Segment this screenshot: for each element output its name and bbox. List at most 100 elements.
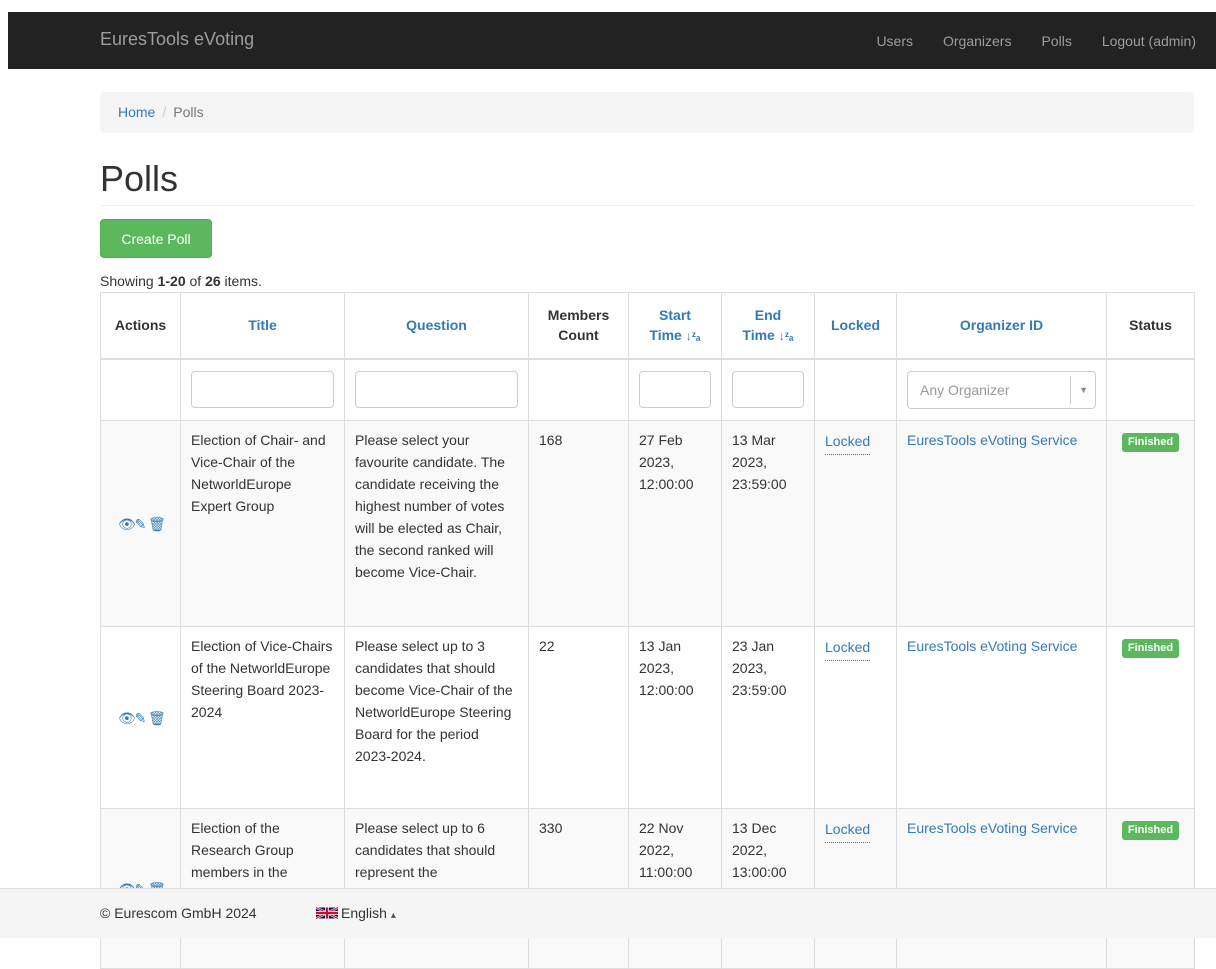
cell-start-time: 27 Feb 2023, 12:00:00 (628, 420, 722, 627)
summary-middle: of (185, 273, 206, 289)
pencil-icon[interactable]: ✎ (133, 513, 148, 535)
summary-range: 1-20 (157, 273, 186, 289)
cell-start-time: 13 Jan 2023, 12:00:00 (628, 626, 722, 809)
status-badge: Finished (1121, 639, 1180, 658)
start-header-line2: Time (649, 326, 682, 343)
locked-toggle[interactable]: Locked (825, 820, 871, 843)
filter-start-cell (628, 358, 722, 421)
col-end-time: End Time ↓ᶻₐ (721, 292, 815, 360)
sort-desc-icon: ↓ᶻₐ (685, 328, 701, 343)
col-members-count: Members Count (528, 292, 629, 360)
summary-suffix: items. (220, 273, 262, 289)
cell-question: Please select up to 3 candidates that sh… (344, 626, 529, 809)
start-header-line1: Start (659, 306, 691, 323)
pencil-icon[interactable]: ✎ (133, 707, 148, 729)
breadcrumb-separator: / (162, 104, 167, 120)
footer: © Eurescom GmbH 2024 English ▴ (0, 888, 1216, 938)
title-divider (100, 205, 1194, 206)
trash-icon[interactable]: 🗑 (148, 513, 166, 535)
nav-users[interactable]: Users (861, 33, 928, 49)
language-selector[interactable]: English ▴ (316, 905, 396, 921)
cell-status: Finished (1106, 626, 1195, 809)
sort-question-link[interactable]: Question (406, 317, 467, 333)
cell-organizer: EuresTools eVoting Service (896, 420, 1107, 627)
cell-members: 22 (528, 626, 629, 809)
members-header-line1: Members (547, 307, 610, 324)
cell-members: 168 (528, 420, 629, 627)
filter-status-empty (1106, 358, 1195, 421)
end-header-line2: Time (742, 326, 775, 343)
col-title: Title (180, 292, 345, 360)
polls-table: Actions Title Question Members Count Star… (100, 292, 1195, 969)
cell-organizer: EuresTools eVoting Service (896, 626, 1107, 809)
breadcrumb-current: Polls (173, 104, 204, 120)
table-row: 👁✎ 🗑 Election of Chair- and Vice-Chair of… (100, 420, 1195, 627)
locked-toggle[interactable]: Locked (825, 638, 871, 661)
filter-start-time-input[interactable] (639, 371, 711, 409)
caret-down-icon: ▼ (1079, 384, 1088, 395)
filter-title-input[interactable] (191, 371, 334, 409)
cell-locked: Locked (814, 420, 897, 627)
organizer-select[interactable]: Any Organizer ▼ (907, 370, 1096, 409)
brand-link[interactable]: EuresTools eVoting (100, 29, 254, 50)
sort-locked-link[interactable]: Locked (831, 317, 880, 333)
trash-icon[interactable]: 🗑 (148, 707, 166, 729)
filter-organizer-cell: Any Organizer ▼ (896, 358, 1107, 421)
language-label: English (341, 905, 387, 921)
sort-title-link[interactable]: Title (248, 317, 277, 333)
cell-title: Election of Vice-Chairs of the NetworldE… (180, 626, 345, 809)
row-actions: 👁✎🗑 (100, 626, 181, 809)
col-locked: Locked (814, 292, 897, 360)
page-title: Polls (100, 158, 179, 199)
organizer-link[interactable]: EuresTools eVoting Service (907, 820, 1077, 836)
members-header-line2: Count (558, 327, 599, 344)
organizer-link[interactable]: EuresTools eVoting Service (907, 638, 1077, 654)
top-navbar: EuresTools eVoting Users Organizers Poll… (8, 12, 1216, 69)
sort-organizer-link[interactable]: Organizer ID (960, 317, 1043, 333)
nav-links: Users Organizers Polls Logout (admin) (861, 12, 1208, 69)
caret-up-icon: ▴ (390, 910, 396, 921)
filter-title-cell (180, 358, 345, 421)
nav-organizers[interactable]: Organizers (928, 33, 1026, 49)
nav-logout[interactable]: Logout (admin) (1087, 33, 1208, 49)
cell-locked: Locked (814, 626, 897, 809)
nav-polls[interactable]: Polls (1026, 33, 1086, 49)
status-badge: Finished (1121, 433, 1180, 452)
filter-row: Any Organizer ▼ (100, 358, 1195, 421)
eye-icon[interactable]: 👁 (118, 707, 136, 729)
filter-locked-empty (814, 358, 897, 421)
sort-end-time-link[interactable]: End Time ↓ᶻₐ (742, 307, 793, 343)
col-actions: Actions (100, 292, 181, 360)
filter-end-cell (721, 358, 815, 421)
uk-flag-icon (316, 906, 338, 920)
filter-members-empty (528, 358, 629, 421)
col-status: Status (1106, 292, 1195, 360)
summary-prefix: Showing (100, 273, 158, 289)
sort-start-time-link[interactable]: Start Time ↓ᶻₐ (649, 307, 700, 343)
end-header-line1: End (754, 306, 782, 323)
copyright-text: © Eurescom GmbH 2024 (100, 905, 257, 921)
organizer-link[interactable]: EuresTools eVoting Service (907, 432, 1077, 448)
polls-grid: Actions Title Question Members Count Star… (100, 292, 1195, 969)
select-divider (1070, 375, 1071, 404)
status-badge: Finished (1121, 821, 1180, 840)
organizer-select-placeholder: Any Organizer (920, 381, 1010, 398)
filter-end-time-input[interactable] (732, 371, 804, 409)
filter-question-input[interactable] (355, 371, 518, 409)
breadcrumb-home[interactable]: Home (118, 104, 155, 120)
col-organizer: Organizer ID (896, 292, 1107, 360)
cell-title: Election of Chair- and Vice-Chair of the… (180, 420, 345, 627)
create-poll-button[interactable]: Create Poll (100, 219, 212, 258)
cell-status: Finished (1106, 420, 1195, 627)
cell-end-time: 23 Jan 2023, 23:59:00 (721, 626, 815, 809)
locked-toggle[interactable]: Locked (825, 432, 871, 455)
col-start-time: Start Time ↓ᶻₐ (628, 292, 722, 360)
breadcrumb: Home / Polls (100, 92, 1194, 133)
filter-actions-empty (100, 358, 181, 421)
header-row: Actions Title Question Members Count Star… (100, 292, 1195, 360)
row-actions: 👁✎🗑 (100, 420, 181, 627)
filter-question-cell (344, 358, 529, 421)
grid-summary: Showing 1-20 of 26 items. (100, 273, 262, 289)
eye-icon[interactable]: 👁 (118, 513, 136, 535)
cell-end-time: 13 Mar 2023, 23:59:00 (721, 420, 815, 627)
